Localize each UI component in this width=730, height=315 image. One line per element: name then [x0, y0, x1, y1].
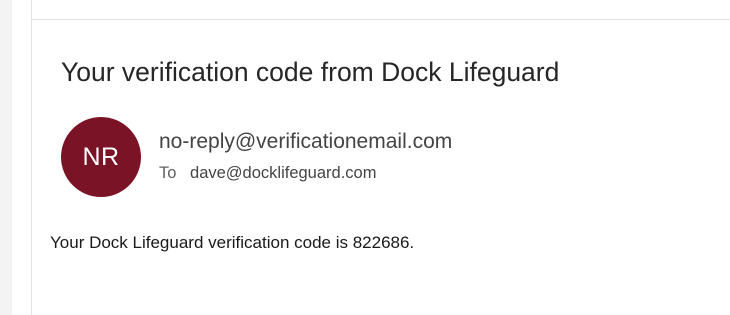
recipient-row: To dave@docklifeguard.com — [159, 162, 376, 184]
email-body: Your Dock Lifeguard verification code is… — [50, 233, 415, 252]
sender-initials: NR — [82, 142, 120, 171]
email-subject: Your verification code from Dock Lifegua… — [61, 57, 560, 87]
sender-address[interactable]: no-reply@verificationemail.com — [159, 128, 452, 156]
sender-avatar[interactable]: NR — [61, 117, 141, 197]
to-label: To — [159, 164, 177, 182]
left-panel-edge — [0, 0, 12, 315]
reading-pane-border — [31, 0, 32, 315]
recipient-address[interactable]: dave@docklifeguard.com — [190, 164, 376, 182]
header-divider — [31, 19, 730, 20]
